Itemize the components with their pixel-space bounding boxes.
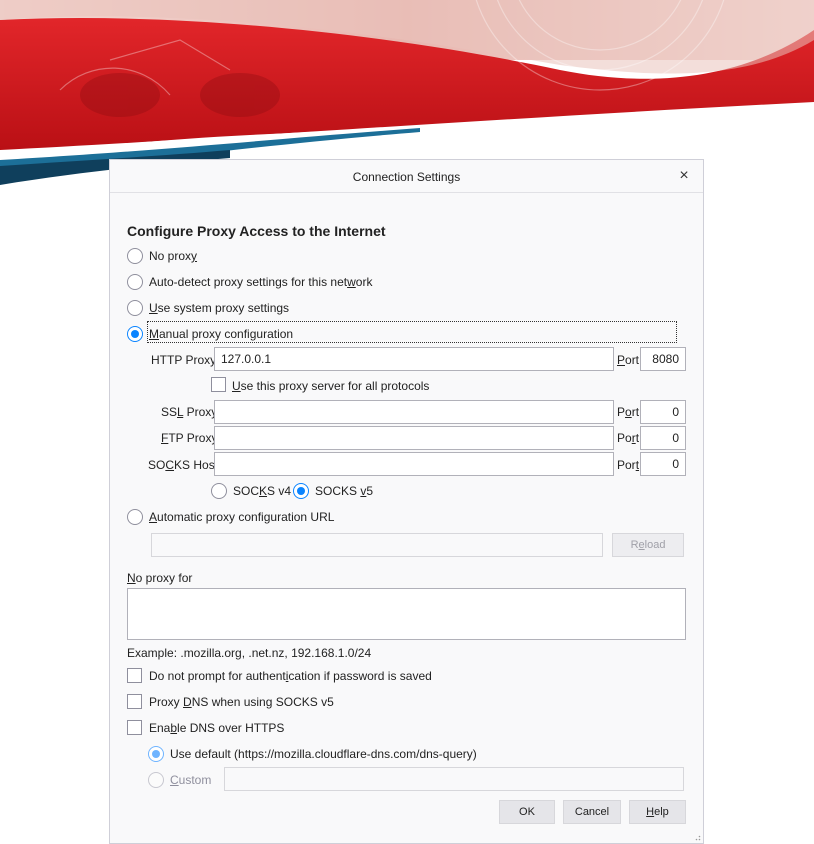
- ssl-port-input[interactable]: 0: [640, 400, 686, 424]
- dialog-title: Connection Settings: [352, 170, 461, 184]
- socks-host-label: SOCKS Host: [148, 458, 219, 472]
- ssl-proxy-input[interactable]: [214, 400, 614, 424]
- doh-custom-input[interactable]: [224, 767, 684, 791]
- doh-default-label[interactable]: Use default (https://mozilla.cloudflare-…: [170, 747, 477, 761]
- proxy-dns-label[interactable]: Proxy DNS when using SOCKS v5: [149, 695, 334, 709]
- ftp-port-label: Port: [617, 431, 640, 445]
- no-auth-prompt-checkbox[interactable]: [127, 668, 142, 683]
- cancel-button[interactable]: Cancel: [563, 800, 621, 824]
- socks-v5-radio[interactable]: [293, 483, 309, 499]
- http-proxy-label: HTTP Proxy: [151, 353, 216, 367]
- http-port-input[interactable]: 8080: [640, 347, 686, 371]
- no-auth-prompt-label[interactable]: Do not prompt for authentication if pass…: [149, 669, 432, 683]
- manual-proxy-radio[interactable]: [127, 326, 143, 342]
- proxy-dns-checkbox[interactable]: [127, 694, 142, 709]
- ssl-proxy-label: SSL Proxy: [161, 405, 218, 419]
- manual-proxy-label[interactable]: Manual proxy configuration: [149, 327, 293, 341]
- no-proxy-radio[interactable]: [127, 248, 143, 264]
- doh-custom-radio[interactable]: [148, 772, 164, 788]
- reload-button[interactable]: Reload: [612, 533, 684, 557]
- auto-detect-label[interactable]: Auto-detect proxy settings for this netw…: [149, 275, 372, 289]
- no-proxy-for-label: No proxy for: [127, 571, 193, 585]
- share-all-protocols-checkbox[interactable]: [211, 377, 226, 392]
- socks-v5-label[interactable]: SOCKS v5: [315, 484, 373, 498]
- resize-grip-icon[interactable]: [693, 833, 701, 841]
- no-proxy-example: Example: .mozilla.org, .net.nz, 192.168.…: [127, 646, 372, 660]
- auto-detect-radio[interactable]: [127, 274, 143, 290]
- socks-port-input[interactable]: 0: [640, 452, 686, 476]
- doh-custom-label[interactable]: Custom: [170, 773, 211, 787]
- dns-over-https-checkbox[interactable]: [127, 720, 142, 735]
- socks-v4-label[interactable]: SOCKS v4: [233, 484, 291, 498]
- doh-default-radio[interactable]: [148, 746, 164, 762]
- socks-host-input[interactable]: [214, 452, 614, 476]
- dns-over-https-label[interactable]: Enable DNS over HTTPS: [149, 721, 284, 735]
- socks-port-label: Port: [617, 458, 640, 472]
- section-heading: Configure Proxy Access to the Internet: [127, 223, 386, 239]
- connection-settings-dialog: Connection Settings × Configure Proxy Ac…: [109, 159, 704, 844]
- http-port-label: Port: [617, 353, 640, 367]
- system-proxy-radio[interactable]: [127, 300, 143, 316]
- ok-button[interactable]: OK: [499, 800, 555, 824]
- auto-config-url-label[interactable]: Automatic proxy configuration URL: [149, 510, 334, 524]
- ssl-port-label: Port: [617, 405, 640, 419]
- system-proxy-label[interactable]: Use system proxy settings: [149, 301, 289, 315]
- dialog-titlebar: Connection Settings ×: [110, 160, 703, 193]
- help-button[interactable]: Help: [629, 800, 686, 824]
- close-icon[interactable]: ×: [675, 167, 693, 185]
- http-proxy-input[interactable]: 127.0.0.1: [214, 347, 614, 371]
- auto-config-url-radio[interactable]: [127, 509, 143, 525]
- auto-config-url-input[interactable]: [151, 533, 603, 557]
- no-proxy-label[interactable]: No proxy: [149, 249, 197, 263]
- ftp-proxy-input[interactable]: [214, 426, 614, 450]
- no-proxy-for-textarea[interactable]: [127, 588, 686, 640]
- ftp-port-input[interactable]: 0: [640, 426, 686, 450]
- share-all-protocols-label[interactable]: Use this proxy server for all protocols: [232, 379, 429, 393]
- socks-v4-radio[interactable]: [211, 483, 227, 499]
- ftp-proxy-label: FTP Proxy: [161, 431, 218, 445]
